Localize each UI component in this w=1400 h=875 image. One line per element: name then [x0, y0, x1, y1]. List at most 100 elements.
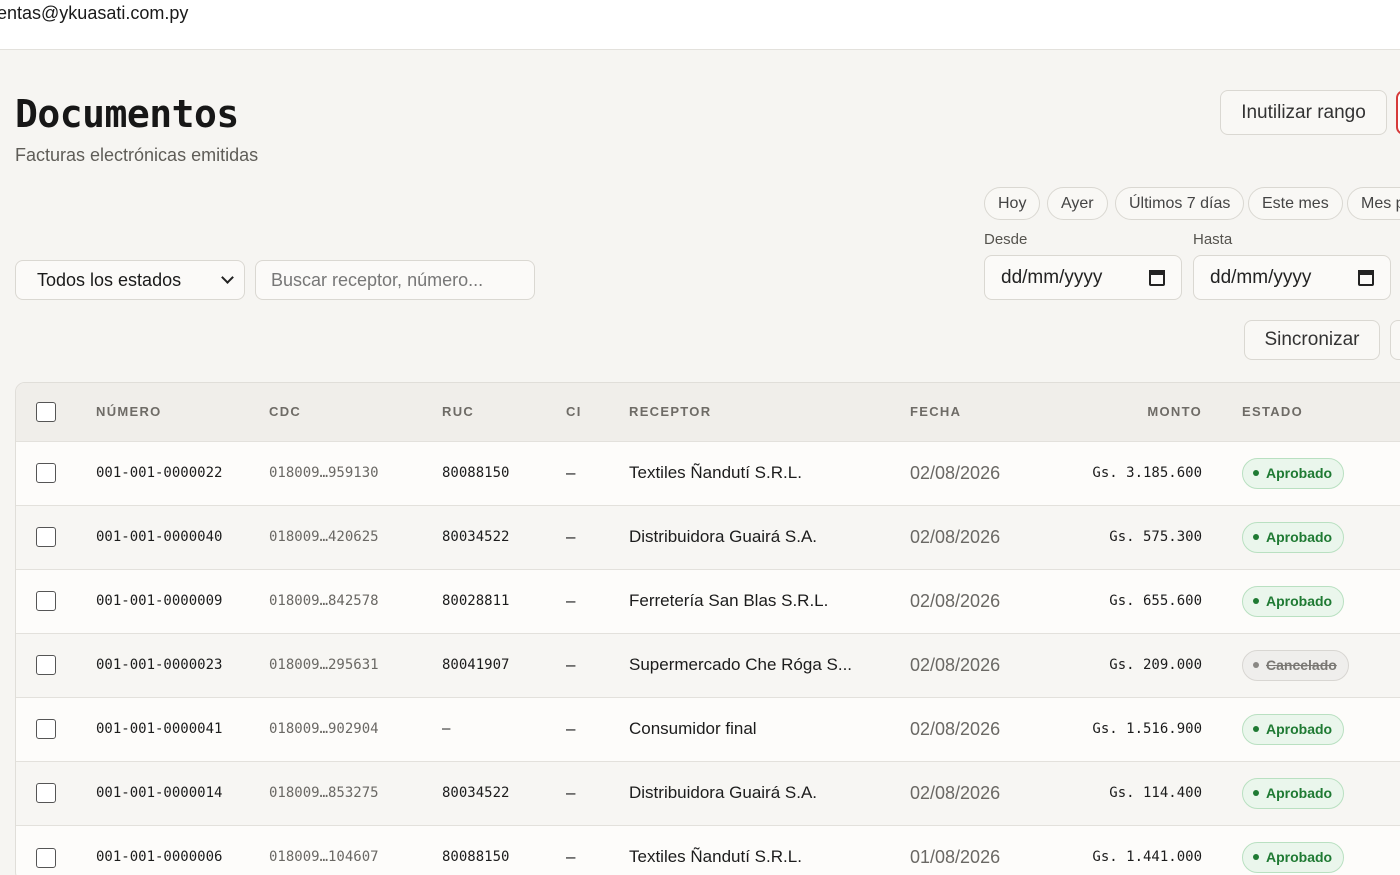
table-row[interactable]: 001-001-0000006 018009…104607 80088150 – Tex…: [16, 825, 1400, 875]
cell-ruc: 80034522: [442, 785, 510, 801]
cell-ci: –: [566, 463, 576, 482]
cell-ruc: 80028811: [442, 593, 510, 609]
hasta-label: Hasta: [1193, 231, 1233, 248]
column-header-fecha[interactable]: FECHA: [910, 383, 1049, 441]
user-email: ventas@ykuasati.com.py: [0, 3, 189, 23]
status-badge: Aprobado: [1242, 457, 1345, 489]
table-header-row: NÚMERO CDC RUC CI RECEPTOR FECHA MONTO E…: [16, 383, 1400, 441]
column-header-receptor[interactable]: RECEPTOR: [629, 383, 910, 441]
status-badge-label: Aprobado: [1266, 593, 1333, 609]
cell-estado: Aprobado: [1242, 761, 1400, 825]
cell-receptor: Supermercado Che Róga S...: [629, 655, 853, 674]
cell-monto: Gs. 575.300: [1109, 529, 1202, 545]
cell-estado: Cancelado: [1242, 633, 1400, 697]
cell-receptor: Textiles Ñandutí S.R.L.: [629, 463, 802, 482]
cell-numero[interactable]: 001-001-0000022: [76, 441, 269, 505]
status-dot-icon: [1253, 470, 1259, 476]
danger-action-button[interactable]: [1396, 90, 1400, 135]
column-header-numero[interactable]: NÚMERO: [76, 383, 269, 441]
column-header-monto[interactable]: MONTO: [1049, 383, 1242, 441]
row-checkbox[interactable]: [36, 847, 56, 868]
estado-select[interactable]: Todos los estados: [15, 260, 245, 300]
date-chip-hoy[interactable]: Hoy: [984, 187, 1041, 220]
status-badge-label: Cancelado: [1266, 657, 1337, 673]
status-dot-icon: [1253, 790, 1259, 796]
row-checkbox[interactable]: [36, 719, 56, 740]
status-badge-label: Aprobado: [1266, 849, 1333, 866]
sincronizar-button[interactable]: Sincronizar: [1244, 320, 1380, 360]
cell-ruc: 80034522: [442, 529, 510, 545]
table-row[interactable]: 001-001-0000014 018009…853275 80034522 – Dis…: [16, 761, 1400, 825]
status-badge-label: Aprobado: [1266, 785, 1333, 801]
cell-numero[interactable]: 001-001-0000014: [76, 761, 269, 825]
cell-cdc: 018009…902904: [269, 721, 379, 737]
status-badge-label: Aprobado: [1266, 721, 1333, 737]
date-chip-mes-pasado[interactable]: Mes pasado: [1347, 187, 1400, 220]
hasta-date-value: dd/mm/yyyy: [1210, 266, 1312, 288]
cell-ruc: 80041907: [442, 657, 510, 673]
table-row[interactable]: 001-001-0000040 018009…420625 80034522 – Dis…: [16, 505, 1400, 569]
cell-numero[interactable]: 001-001-0000041: [76, 697, 269, 761]
status-badge: Aprobado: [1242, 713, 1345, 745]
row-checkbox[interactable]: [36, 655, 56, 676]
cell-ci: –: [566, 527, 576, 546]
cell-monto: Gs. 655.600: [1109, 593, 1202, 609]
cell-receptor: Distribuidora Guairá S.A.: [629, 783, 818, 802]
desde-date-input[interactable]: dd/mm/yyyy: [984, 255, 1182, 300]
extra-action-button[interactable]: [1390, 320, 1400, 360]
row-checkbox[interactable]: [36, 783, 56, 804]
column-header-cdc[interactable]: CDC: [269, 383, 442, 441]
cell-ci: –: [566, 655, 576, 674]
top-bar: ventas@ykuasati.com.py: [0, 0, 1400, 50]
search-input[interactable]: [255, 260, 535, 300]
status-badge: Aprobado: [1242, 585, 1345, 617]
cell-ci: –: [566, 783, 576, 802]
table-row[interactable]: 001-001-0000009 018009…842578 80028811 – Fer…: [16, 569, 1400, 633]
cell-ci: –: [566, 847, 576, 867]
cell-cdc: 018009…853275: [269, 785, 379, 801]
cell-numero[interactable]: 001-001-0000023: [76, 633, 269, 697]
status-badge-label: Aprobado: [1266, 465, 1333, 481]
cell-estado: Aprobado: [1242, 825, 1400, 875]
row-checkbox[interactable]: [36, 527, 56, 548]
cell-monto: Gs. 1.441.000: [1092, 849, 1202, 866]
cell-cdc: 018009…959130: [269, 465, 379, 481]
status-dot-icon: [1253, 662, 1259, 668]
cell-receptor: Textiles Ñandutí S.R.L.: [629, 847, 802, 867]
cell-numero[interactable]: 001-001-0000006: [76, 825, 269, 875]
cell-estado: Aprobado: [1242, 697, 1400, 761]
cell-receptor: Distribuidora Guairá S.A.: [629, 527, 818, 546]
status-badge-label: Aprobado: [1266, 529, 1333, 545]
cell-estado: Aprobado: [1242, 441, 1400, 505]
calendar-icon[interactable]: [1149, 269, 1165, 286]
estado-select-value: Todos los estados: [37, 269, 182, 290]
column-header-estado[interactable]: ESTADO: [1242, 383, 1400, 441]
table-row[interactable]: 001-001-0000023 018009…295631 80041907 – Sup…: [16, 633, 1400, 697]
cell-numero[interactable]: 001-001-0000040: [76, 505, 269, 569]
cell-cdc: 018009…295631: [269, 657, 379, 673]
status-dot-icon: [1253, 534, 1259, 540]
cell-numero[interactable]: 001-001-0000009: [76, 569, 269, 633]
inutilizar-rango-button[interactable]: Inutilizar rango: [1220, 90, 1387, 135]
date-chip-ultimos-7-dias[interactable]: Últimos 7 días: [1115, 187, 1245, 220]
column-header-ci[interactable]: CI: [566, 383, 629, 441]
cell-fecha: 02/08/2026: [910, 462, 1001, 483]
cell-fecha: 02/08/2026: [910, 654, 1001, 675]
chevron-down-icon: [221, 271, 234, 284]
desde-label: Desde: [984, 231, 1028, 248]
table-row[interactable]: 001-001-0000022 018009…959130 80088150 – Tex…: [16, 441, 1400, 505]
calendar-icon[interactable]: [1358, 269, 1374, 286]
date-chip-este-mes[interactable]: Este mes: [1248, 187, 1343, 220]
cell-fecha: 02/08/2026: [910, 718, 1001, 739]
table-row[interactable]: 001-001-0000041 018009…902904 – – Consumidor…: [16, 697, 1400, 761]
status-badge: Cancelado: [1242, 649, 1349, 681]
row-checkbox[interactable]: [36, 591, 56, 612]
status-badge: Aprobado: [1242, 521, 1345, 553]
date-chip-ayer[interactable]: Ayer: [1047, 187, 1108, 220]
select-all-checkbox[interactable]: [36, 401, 56, 422]
column-header-ruc[interactable]: RUC: [442, 383, 566, 441]
hasta-date-input[interactable]: dd/mm/yyyy: [1193, 255, 1391, 300]
cell-monto: Gs. 209.000: [1109, 657, 1202, 673]
cell-fecha: 02/08/2026: [910, 782, 1001, 803]
row-checkbox[interactable]: [36, 463, 56, 484]
